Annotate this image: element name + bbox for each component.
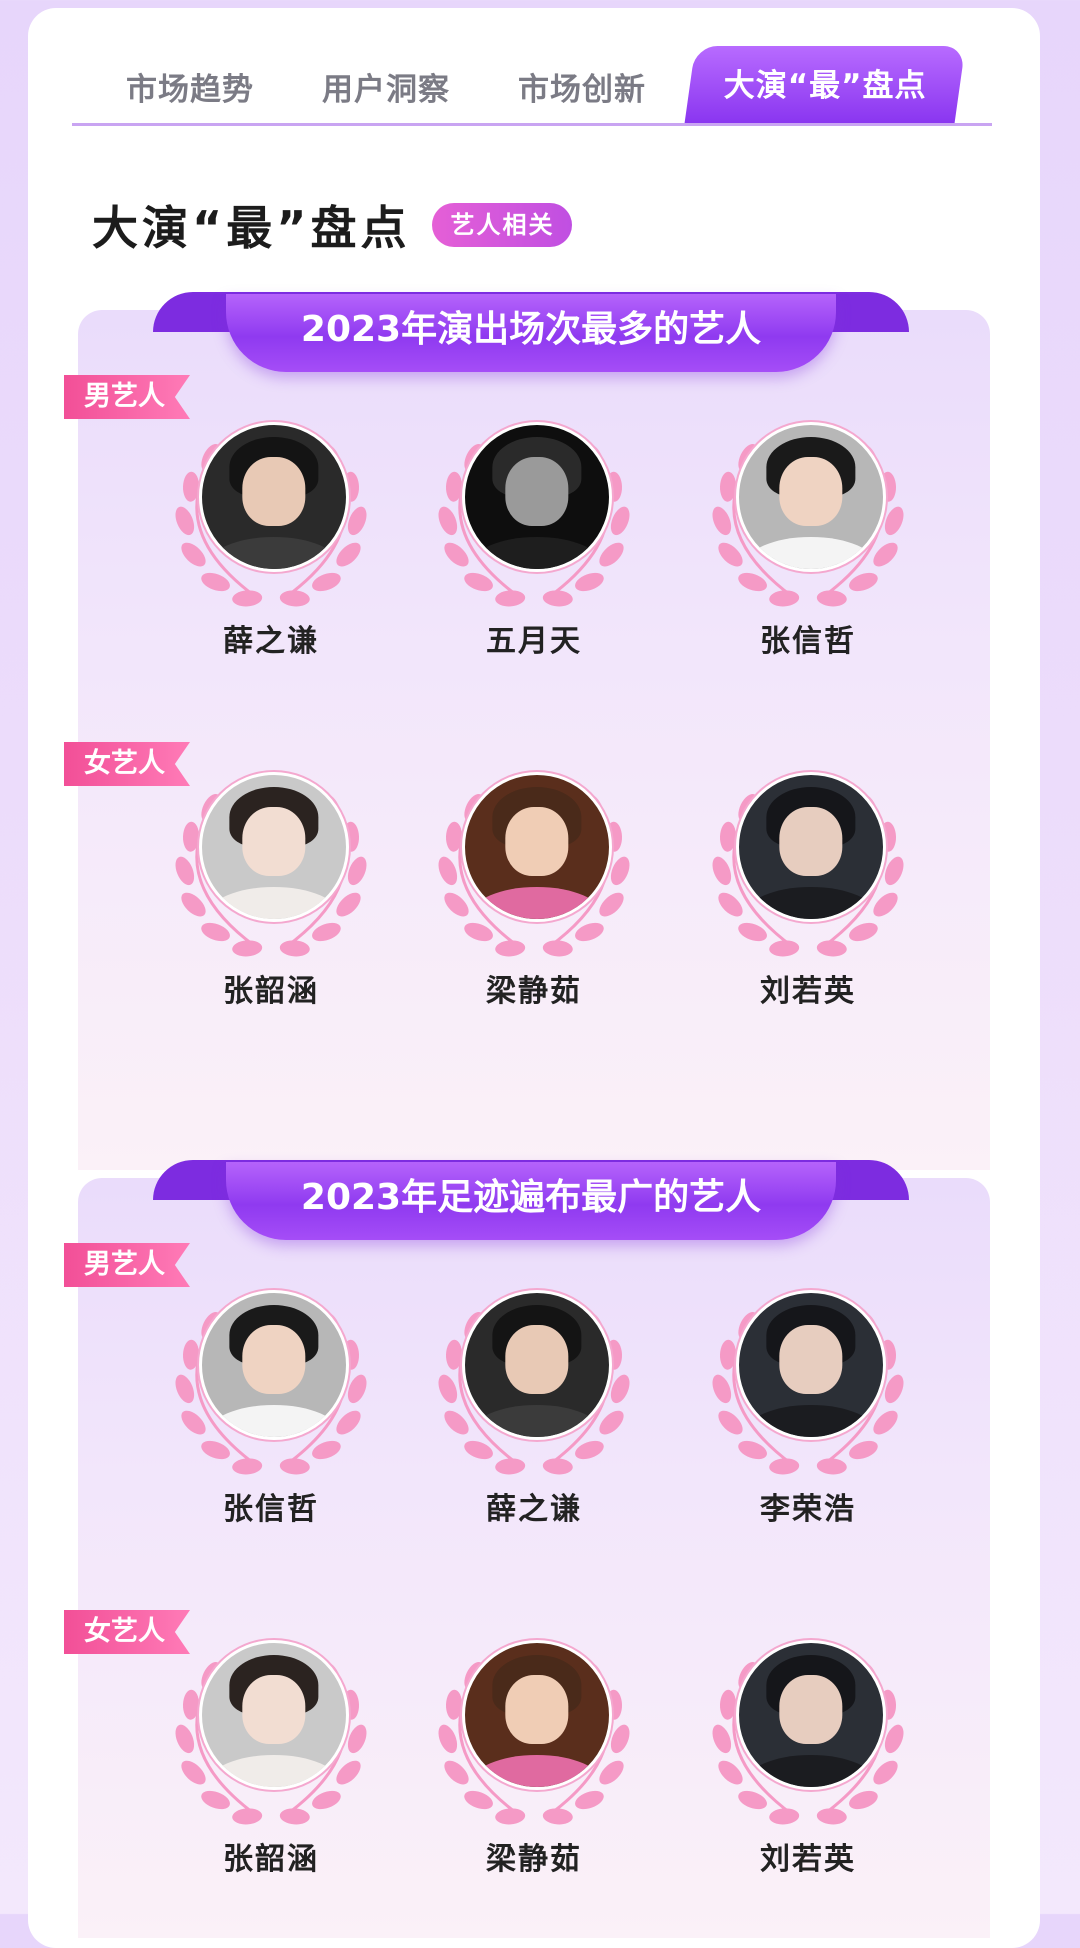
laurel-wreath (424, 1290, 644, 1480)
artist-name: 薛之谦 (223, 624, 319, 659)
category-badge: 艺人相关 (432, 203, 573, 247)
artist-card[interactable]: 张韶涵 (161, 1640, 381, 1878)
artist-name: 梁静茹 (486, 974, 582, 1009)
artist-card[interactable]: 五月天 (424, 422, 644, 660)
avatar (736, 422, 886, 572)
laurel-wreath (161, 1640, 381, 1830)
artist-name: 李荣浩 (760, 1492, 856, 1527)
artist-name: 张信哲 (760, 624, 856, 659)
tab-market-innovation[interactable]: 市场创新 (518, 64, 646, 109)
laurel-wreath (698, 1290, 918, 1480)
artist-card[interactable]: 张信哲 (698, 422, 918, 660)
artist-card[interactable]: 李荣浩 (698, 1290, 918, 1528)
page-title: 大演“最”盘点 (92, 201, 411, 255)
artist-card[interactable]: 刘若英 (698, 1640, 918, 1878)
tab-bar: 市场趋势 用户洞察 市场创新 大演“最”盘点 (72, 46, 992, 126)
avatar (736, 1640, 886, 1790)
artist-card[interactable]: 张韶涵 (161, 772, 381, 1010)
avatar (736, 1290, 886, 1440)
avatar (462, 1290, 612, 1440)
laurel-wreath (161, 1290, 381, 1480)
tag-male-artists: 男艺人 (64, 1243, 190, 1287)
artist-name: 张信哲 (223, 1492, 319, 1527)
tab-user-insights[interactable]: 用户洞察 (322, 64, 450, 109)
tag-male-artists: 男艺人 (64, 375, 190, 419)
tab-top-review[interactable]: 大演“最”盘点 (684, 46, 966, 123)
laurel-wreath (698, 772, 918, 962)
laurel-wreath (698, 1640, 918, 1830)
artist-name: 张韶涵 (223, 974, 319, 1009)
artist-name: 张韶涵 (223, 1842, 319, 1877)
section-title: 2023年演出场次最多的艺人 (226, 294, 836, 372)
artist-card[interactable]: 薛之谦 (424, 1290, 644, 1528)
avatar (199, 772, 349, 922)
tab-market-trends[interactable]: 市场趋势 (126, 64, 254, 109)
avatar (462, 1640, 612, 1790)
artist-name: 薛之谦 (486, 1492, 582, 1527)
laurel-wreath (424, 1640, 644, 1830)
laurel-wreath (161, 422, 381, 612)
artist-card[interactable]: 梁静茹 (424, 1640, 644, 1878)
artist-card[interactable]: 刘若英 (698, 772, 918, 1010)
artist-name: 刘若英 (760, 974, 856, 1009)
avatar (199, 422, 349, 572)
artist-name: 梁静茹 (486, 1842, 582, 1877)
section-widest-footprint: 2023年足迹遍布最广的艺人 男艺人 张信哲 薛之谦 李荣浩 女艺人 张韶涵 梁… (64, 1160, 990, 1938)
artist-card[interactable]: 薛之谦 (161, 422, 381, 660)
avatar (462, 772, 612, 922)
laurel-wreath (698, 422, 918, 612)
section-title: 2023年足迹遍布最广的艺人 (226, 1162, 836, 1240)
laurel-wreath (161, 772, 381, 962)
artist-card[interactable]: 张信哲 (161, 1290, 381, 1528)
artist-card[interactable]: 梁静茹 (424, 772, 644, 1010)
page-heading: 大演“最”盘点 艺人相关 (92, 192, 573, 258)
section-most-shows: 2023年演出场次最多的艺人 男艺人 薛之谦 五月天 张信哲 女艺人 张韶涵 梁… (64, 292, 990, 1170)
laurel-wreath (424, 422, 644, 612)
laurel-wreath (424, 772, 644, 962)
avatar (736, 772, 886, 922)
avatar (462, 422, 612, 572)
artist-name: 五月天 (486, 624, 582, 659)
avatar (199, 1640, 349, 1790)
avatar (199, 1290, 349, 1440)
artist-name: 刘若英 (760, 1842, 856, 1877)
tab-underline (72, 123, 992, 126)
